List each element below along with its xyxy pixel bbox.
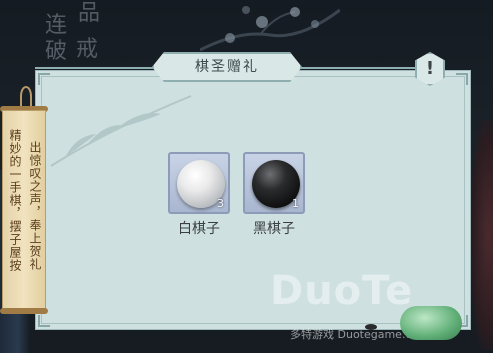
item-label: 白棋子 xyxy=(178,221,220,237)
item-slot: 3 xyxy=(168,152,230,214)
item-count: 3 xyxy=(217,197,224,210)
small-black-stone xyxy=(365,324,377,330)
help-button[interactable]: ! xyxy=(415,52,445,86)
panel-corner xyxy=(456,73,468,85)
character-figure xyxy=(470,120,493,350)
panel-title-plaque: 棋圣赠礼 xyxy=(152,52,302,82)
item-white-stone[interactable]: 3 白棋子 xyxy=(168,152,230,242)
background-char: 戒 xyxy=(76,37,99,62)
title-divider-left xyxy=(35,67,155,69)
scroll-tassel xyxy=(20,86,32,106)
item-count: 1 xyxy=(292,197,299,210)
scroll-rod-bottom xyxy=(0,308,48,314)
title-divider-right xyxy=(300,67,420,69)
dialogue-scroll: 出惊叹之声，奉上贺礼 精妙的一手棋，摆子屋按 xyxy=(0,86,50,320)
scroll-body: 出惊叹之声，奉上贺礼 精妙的一手棋，摆子屋按 xyxy=(2,110,46,310)
scroll-text-column: 精妙的一手棋，摆子屋按 xyxy=(8,129,22,272)
background-char: 品 xyxy=(78,1,101,26)
background-title: 品 连 破 戒 xyxy=(30,0,120,70)
panel-title: 棋圣赠礼 xyxy=(195,59,259,75)
background-char: 破 xyxy=(45,39,68,64)
exclamation-icon: ! xyxy=(425,58,435,79)
item-slot: 1 xyxy=(243,152,305,214)
jade-ornament xyxy=(400,306,462,340)
background-char: 连 xyxy=(45,13,68,38)
panel-corner xyxy=(38,73,50,85)
plum-branch-decoration xyxy=(200,6,340,52)
item-black-stone[interactable]: 1 黑棋子 xyxy=(243,152,305,242)
game-scene: 品 连 破 戒 棋圣赠礼 ! 3 白棋子 1 黑棋子 出惊叹之声，奉上贺礼 精妙… xyxy=(0,0,493,353)
scroll-text-column: 出惊叹之声，奉上贺礼 xyxy=(28,141,42,271)
item-label: 黑棋子 xyxy=(253,221,295,237)
